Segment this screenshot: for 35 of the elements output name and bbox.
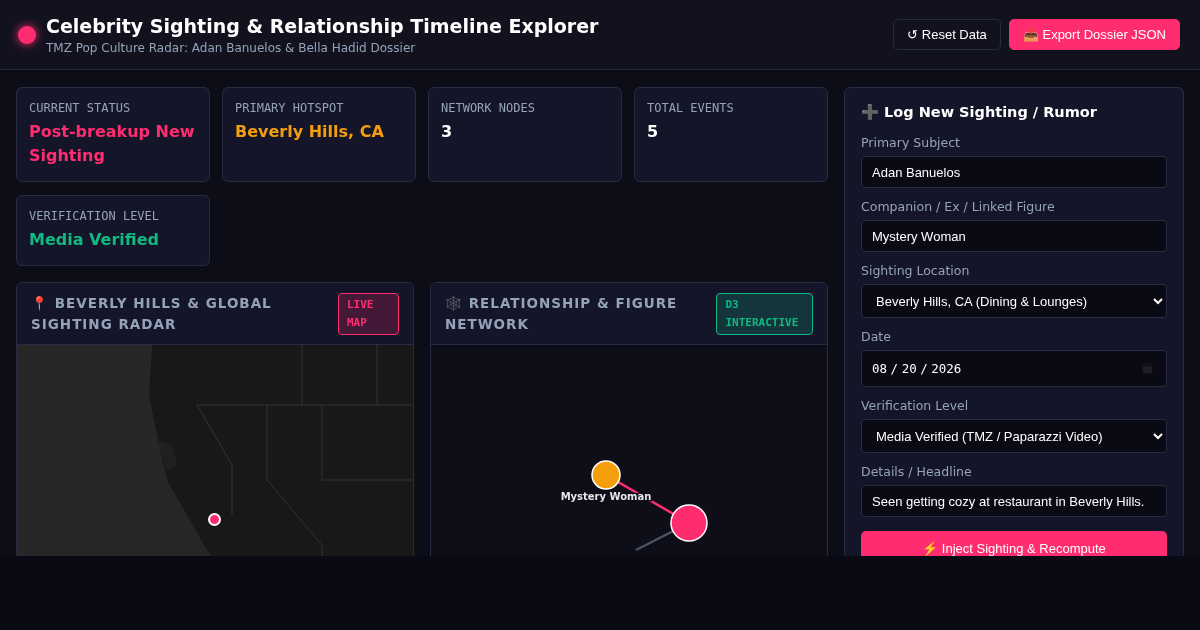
status-dot	[18, 25, 36, 44]
stat-label: CURRENT STATUS	[29, 101, 132, 115]
inject-button[interactable]: ⚡ Inject Sighting & Recompute	[861, 531, 1167, 556]
field-label: Companion / Ex / Linked Figure	[861, 199, 1056, 214]
app-subtitle: TMZ Pop Culture Radar: Adan Banuelos & Bella Hadid Dossier	[46, 40, 417, 55]
stat-value: Media Verified	[29, 229, 160, 251]
field-label: Primary Subject	[861, 135, 961, 150]
stat-label: VERIFICATION LEVEL	[29, 209, 161, 223]
field-label: Sighting Location	[861, 263, 971, 278]
form-title: ➕ Log New Sighting / Rumor	[861, 104, 1098, 121]
stat-label: PRIMARY HOTSPOT	[235, 101, 345, 115]
date-field[interactable]: 08 / 20 / 2026	[861, 350, 1167, 387]
status-badge: D3 INTERACTIVE	[716, 293, 813, 335]
reset-button[interactable]: ↺ Reset Data	[893, 19, 1001, 50]
select-field[interactable]: Beverly Hills, CA (Dining & Lounges)	[861, 284, 1167, 318]
field-label: Details / Headline	[861, 464, 973, 479]
stat-label: TOTAL EVENTS	[647, 101, 735, 115]
field-label: Verification Level	[861, 398, 970, 413]
input-field[interactable]: Adan Banuelos	[861, 156, 1167, 188]
network-node[interactable]	[670, 504, 708, 542]
input-field[interactable]: Seen getting cozy at restaurant in Beverly Hills.	[861, 485, 1167, 517]
select-field[interactable]: Media Verified (TMZ / Paparazzi Video)	[861, 419, 1167, 453]
input-field[interactable]: Mystery Woman	[861, 220, 1167, 252]
network-node[interactable]	[591, 460, 621, 490]
panel-title: 🕸 RELATIONSHIP & FIGURE NETWORK	[445, 294, 679, 334]
export-button[interactable]: 📥 Export Dossier JSON	[1008, 19, 1180, 50]
field-label: Date	[861, 329, 892, 344]
app-title: Celebrity Sighting & Relationship Timeline Explorer	[46, 14, 600, 37]
stat-value: Post-breakup New Sighting	[29, 121, 196, 167]
panel-title: 📍 BEVERLY HILLS & GLOBAL SIGHTING RADAR	[31, 294, 273, 334]
stat-value: Beverly Hills, CA	[235, 121, 385, 143]
stat-label: NETWORK NODES	[441, 101, 536, 115]
stat-value: 3	[441, 121, 454, 143]
status-badge: LIVE MAP	[338, 293, 399, 335]
stat-value: 5	[647, 121, 660, 143]
